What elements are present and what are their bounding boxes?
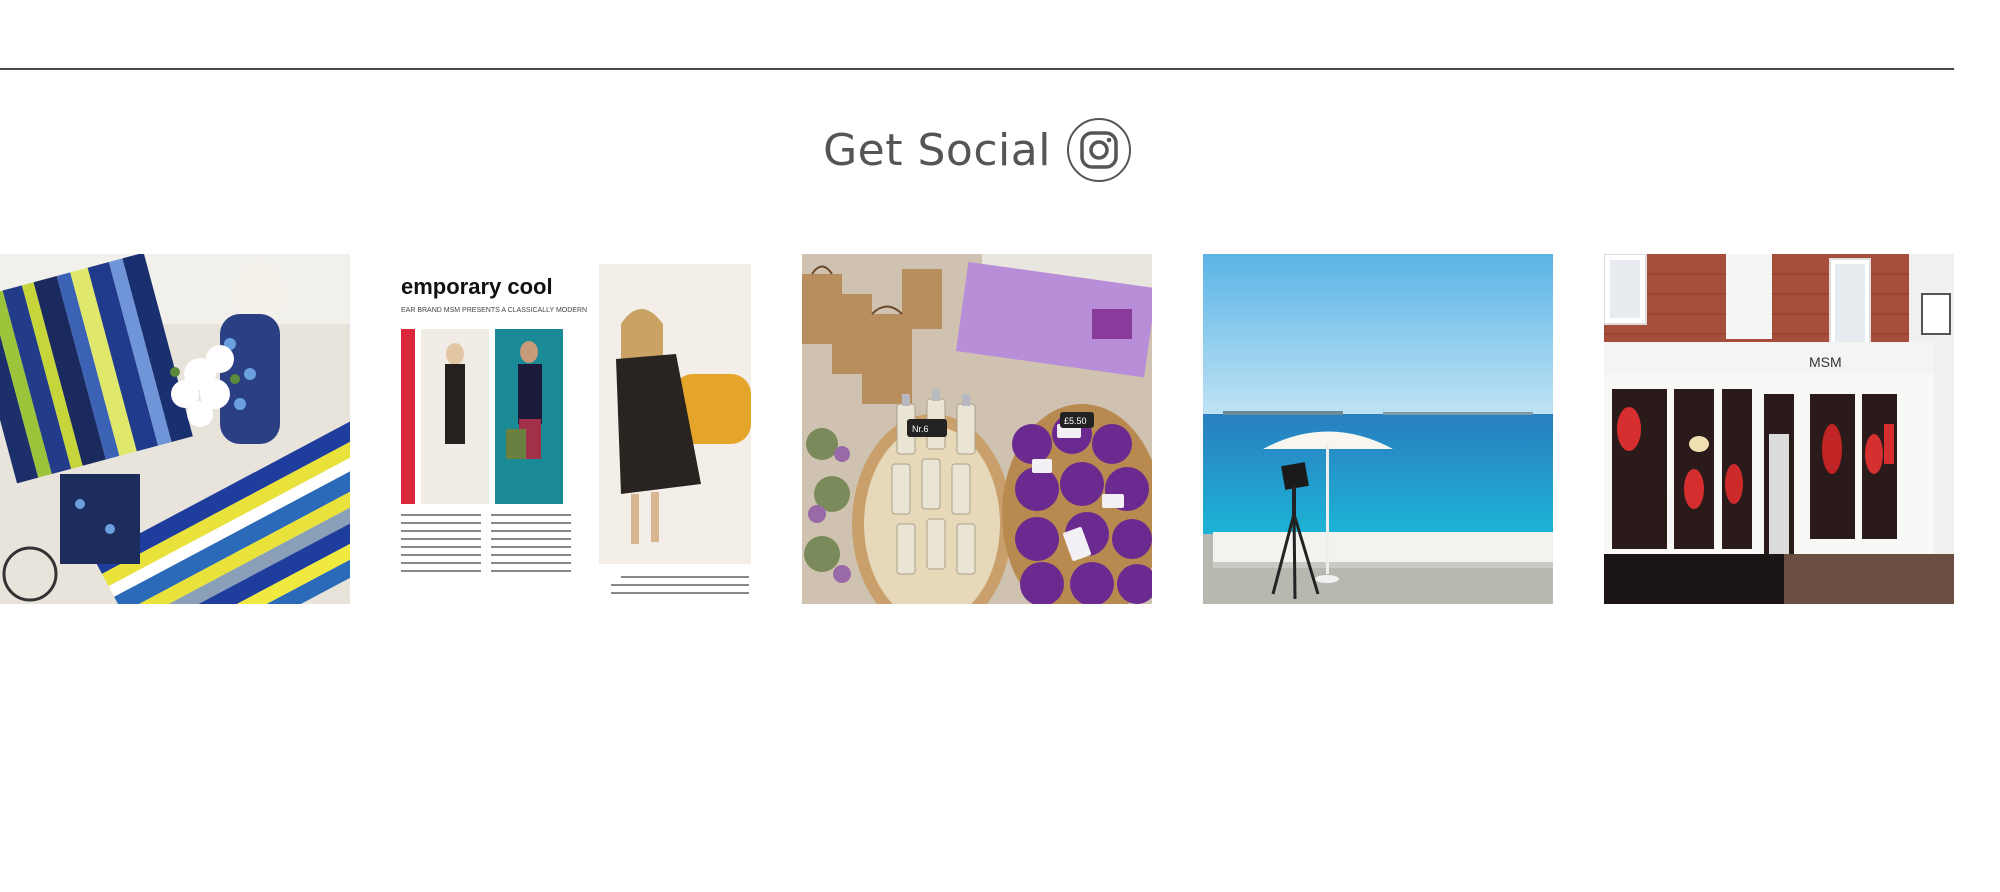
shop-sign: MSM — [1809, 354, 1842, 370]
get-social-heading: Get Social — [0, 118, 1954, 182]
bottles-and-lavender-photo[interactable]: Nr.6 £5.50 — [802, 254, 1152, 604]
magazine-headline: emporary cool — [401, 274, 553, 299]
price-tag-1: Nr.6 — [912, 424, 929, 434]
section-divider — [0, 68, 1954, 70]
instagram-gallery: emporary cool EAR BRAND MSM PRESENTS A C… — [0, 254, 1954, 604]
price-tag-2: £5.50 — [1064, 416, 1087, 426]
clothing-rack-photo[interactable] — [0, 254, 350, 604]
instagram-icon[interactable] — [1066, 118, 1131, 182]
shop-front-photo[interactable]: MSM — [1604, 254, 1954, 604]
instagram-glyph — [1080, 131, 1118, 169]
magazine-feature-photo[interactable]: emporary cool EAR BRAND MSM PRESENTS A C… — [401, 254, 751, 604]
seaside-umbrella-photo[interactable] — [1203, 254, 1553, 604]
magazine-subheadline: EAR BRAND MSM PRESENTS A CLASSICALLY MOD… — [401, 307, 587, 314]
section-title: Get Social — [823, 124, 1051, 176]
